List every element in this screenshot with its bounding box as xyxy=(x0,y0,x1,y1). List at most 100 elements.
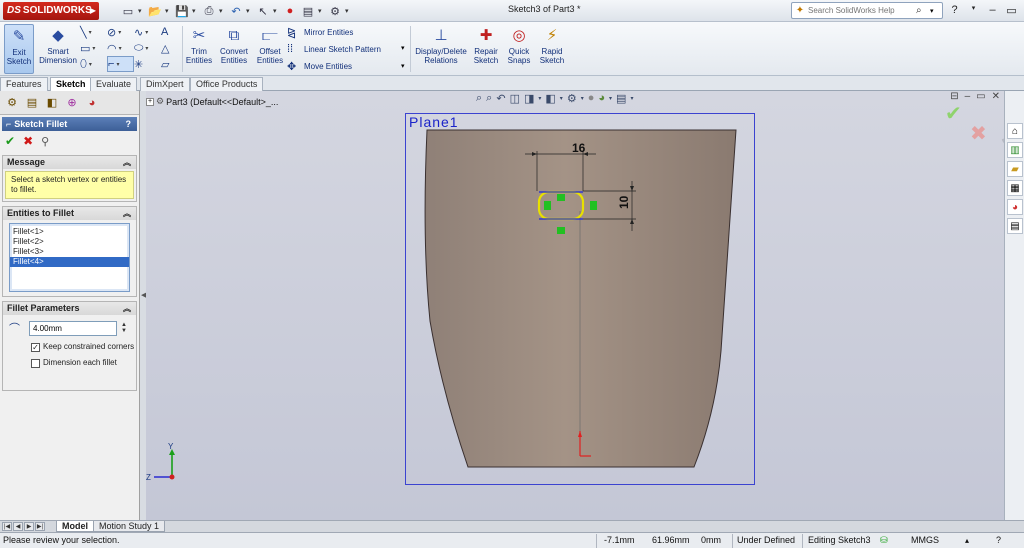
file-properties-icon[interactable]: ▤ xyxy=(300,4,316,18)
entities-list[interactable]: Fillet<1> Fillet<2> Fillet<3> Fillet<4> xyxy=(9,223,130,292)
appearances-icon[interactable]: ◕ xyxy=(1007,199,1023,215)
rapid-sketch-button[interactable]: ⚡ Rapid Sketch xyxy=(538,24,566,74)
dimension-each-checkbox[interactable]: Dimension each fillet xyxy=(3,358,136,368)
new-document-icon[interactable]: ▭ xyxy=(120,4,136,18)
linear-sketch-pattern-button[interactable]: ⁞⁞ Linear Sketch Pattern xyxy=(287,43,381,55)
entities-header[interactable]: Entities to Fillet ︽ xyxy=(3,207,136,220)
list-item[interactable]: Fillet<3> xyxy=(10,247,129,257)
rebuild-status-icon[interactable]: ⛁ xyxy=(880,533,888,548)
design-library-icon[interactable]: ▥ xyxy=(1007,142,1023,158)
display-manager-icon[interactable]: ◕ xyxy=(83,94,101,112)
mirror-entities-button[interactable]: ⧎ Mirror Entities xyxy=(287,26,353,39)
pushpin-icon[interactable]: ⚲ xyxy=(41,135,49,148)
repair-sketch-button[interactable]: ✚ Repair Sketch xyxy=(472,24,500,74)
dimxpert-manager-icon[interactable]: ⊕ xyxy=(63,94,81,112)
collapse-icon[interactable]: ︽ xyxy=(123,207,131,220)
tab-dimxpert[interactable]: DimXpert xyxy=(140,77,190,91)
reference-triad: Y Z xyxy=(146,443,175,482)
file-explorer-icon[interactable]: ▰ xyxy=(1007,161,1023,177)
property-manager-panel: ⚙ ▤ ◧ ⊕ ◕ ⌐ Sketch Fillet ? ✔ ✖ ⚲ Message… xyxy=(0,91,140,520)
first-tab-icon[interactable]: |◀ xyxy=(2,522,12,531)
tab-office-products[interactable]: Office Products xyxy=(190,77,264,91)
tab-motion-study-1[interactable]: Motion Study 1 xyxy=(93,521,166,532)
radius-input[interactable] xyxy=(29,320,117,336)
tab-sketch[interactable]: Sketch xyxy=(50,77,92,92)
polygon-icon[interactable]: △ xyxy=(161,40,188,56)
cancel-x-icon[interactable]: ✖ xyxy=(23,134,33,148)
print-icon[interactable]: ⎙ xyxy=(201,4,217,18)
solidworks-resources-icon[interactable]: ⌂ xyxy=(1007,123,1023,139)
exit-sketch-button[interactable]: ✎ Exit Sketch xyxy=(4,24,34,74)
feature-manager-icon[interactable]: ⚙ xyxy=(3,94,21,112)
move-dropdown-icon[interactable]: ▾ xyxy=(401,62,405,70)
sketch-plane[interactable]: Plane1 xyxy=(405,113,755,485)
list-item[interactable]: Fillet<1> xyxy=(10,227,129,237)
panel-tabs: ⚙ ▤ ◧ ⊕ ◕ xyxy=(0,91,139,115)
help-icon[interactable]: ? xyxy=(948,4,961,17)
help-icon[interactable]: ? xyxy=(996,533,1001,548)
params-header[interactable]: Fillet Parameters ︽ xyxy=(3,302,136,315)
move-entities-button[interactable]: ✥ Move Entities xyxy=(287,60,352,73)
prev-tab-icon[interactable]: ◀ xyxy=(13,522,23,531)
last-tab-icon[interactable]: ▶| xyxy=(35,522,45,531)
search-icon[interactable]: ⌕ xyxy=(916,5,930,16)
slot-icon[interactable]: ⬯ ▾ xyxy=(80,56,107,72)
point-icon[interactable]: ✳ xyxy=(134,56,161,72)
smart-dimension-button[interactable]: ◆ Smart Dimension xyxy=(38,24,78,74)
minimize-button[interactable]: – xyxy=(986,4,999,17)
ellipse-icon[interactable]: ⬭ ▾ xyxy=(134,40,161,56)
quick-snaps-button[interactable]: ◎ Quick Snaps xyxy=(506,24,532,74)
tab-model[interactable]: Model xyxy=(56,521,94,532)
convert-entities-button[interactable]: ⧉ Convert Entities xyxy=(216,24,252,74)
status-message: Please review your selection. xyxy=(3,535,120,545)
list-item[interactable]: Fillet<2> xyxy=(10,237,129,247)
configuration-manager-icon[interactable]: ◧ xyxy=(43,94,61,112)
save-icon[interactable]: 💾 xyxy=(174,4,190,18)
message-header[interactable]: Message ︽ xyxy=(3,156,136,169)
trim-entities-button[interactable]: ✂ Trim Entities xyxy=(186,24,212,74)
unit-system[interactable]: MMGS xyxy=(911,533,939,548)
display-delete-relations-button[interactable]: ⊥ Display/Delete Relations xyxy=(414,24,468,74)
rebuild-traffic-light-icon[interactable]: ● xyxy=(282,4,298,18)
spline-icon[interactable]: ∿ ▾ xyxy=(134,24,161,40)
rectangle-icon[interactable]: ▭ ▾ xyxy=(80,40,107,56)
plane-icon[interactable]: ▱ xyxy=(161,56,188,72)
text-icon[interactable]: A xyxy=(161,24,188,40)
open-folder-icon[interactable]: 📂 xyxy=(147,4,163,18)
options-gear-icon[interactable]: ⚙ xyxy=(327,4,343,18)
collapse-icon[interactable]: ︽ xyxy=(123,156,131,169)
list-item[interactable]: Fillet<4> xyxy=(10,257,129,267)
circle-icon[interactable]: ⊘ ▾ xyxy=(107,24,134,40)
next-tab-icon[interactable]: ▶ xyxy=(24,522,34,531)
checkbox-checked[interactable]: ✓ xyxy=(31,343,40,352)
chevron-down-icon[interactable]: ▾ xyxy=(967,4,980,17)
select-pointer-icon[interactable]: ↖ xyxy=(255,4,271,18)
fillet-parameters-group: Fillet Parameters︽ ⌒ ▲▼ ✓Keep constraine… xyxy=(2,301,137,391)
help-icon[interactable]: ? xyxy=(126,117,132,131)
collapse-icon[interactable]: ︽ xyxy=(123,302,131,315)
graphics-area[interactable]: + ⚙ Part3 (Default<<Default>_... ⌕ ⌕ ↶ ◫… xyxy=(146,91,1024,520)
undo-icon[interactable]: ↶ xyxy=(228,4,244,18)
tab-evaluate[interactable]: Evaluate xyxy=(90,77,138,91)
help-search-input[interactable] xyxy=(808,6,916,15)
property-manager-icon[interactable]: ▤ xyxy=(23,94,41,112)
unit-dropdown-icon[interactable]: ▴ xyxy=(965,533,969,548)
tab-features[interactable]: Features xyxy=(0,77,48,91)
arc-icon[interactable]: ◠ ▾ xyxy=(107,40,134,56)
solidworks-logo[interactable]: DS SOLIDWORKS ▶ xyxy=(3,2,99,20)
radius-spinner[interactable]: ▲ ▼ xyxy=(121,322,127,334)
ok-check-icon[interactable]: ✔ xyxy=(5,134,15,148)
exit-sketch-icon: ✎ xyxy=(12,27,26,45)
fillet-icon[interactable]: ⌐ ▾ xyxy=(107,56,134,72)
restore-button[interactable]: ▭ xyxy=(1005,4,1018,17)
custom-properties-icon[interactable]: ▤ xyxy=(1007,218,1023,234)
offset-entities-button[interactable]: ⫍ Offset Entities xyxy=(255,24,285,74)
help-search[interactable]: ✦ ⌕▾ xyxy=(791,2,943,19)
checkbox-unchecked[interactable] xyxy=(31,359,40,368)
line-icon[interactable]: ╲ ▾ xyxy=(80,24,107,40)
pattern-dropdown-icon[interactable]: ▾ xyxy=(401,44,405,52)
keep-constrained-checkbox[interactable]: ✓ Keep constrained corners xyxy=(3,342,136,352)
view-palette-icon[interactable]: ▦ xyxy=(1007,180,1023,196)
sketch-fillet-icon: ⌐ xyxy=(6,119,12,129)
triad-z-label: Z xyxy=(146,473,151,482)
